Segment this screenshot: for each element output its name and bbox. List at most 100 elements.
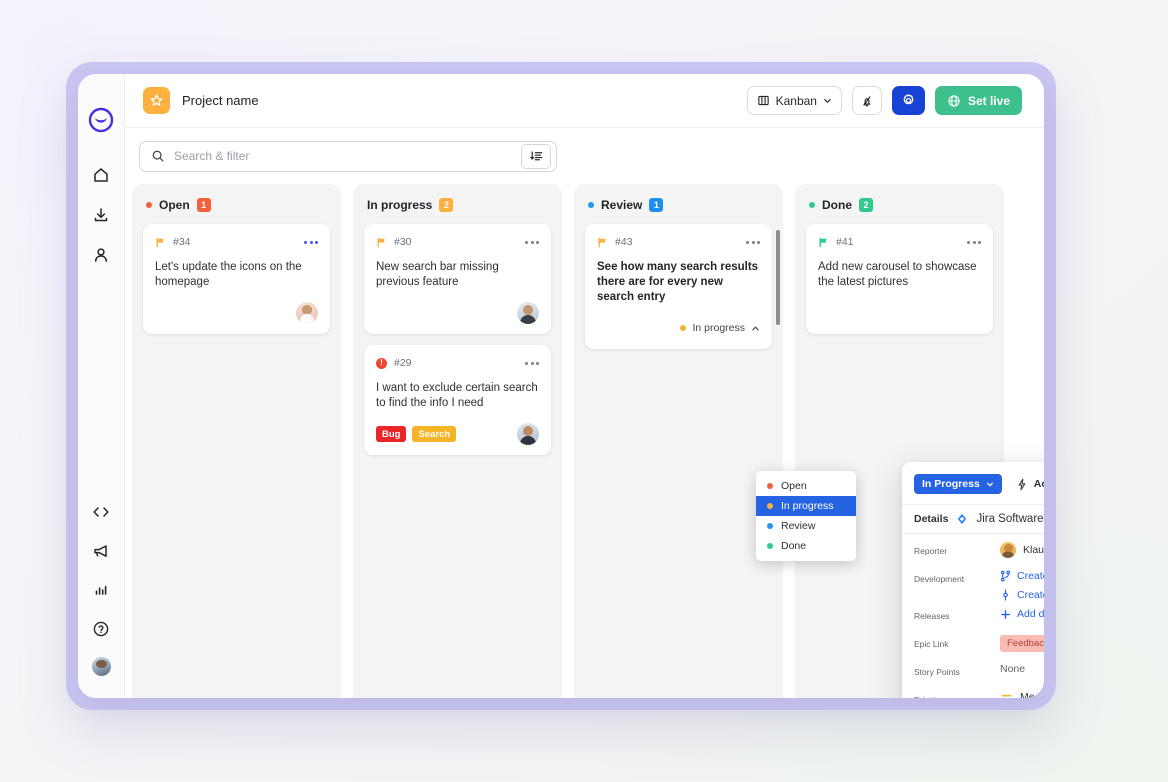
board-column: Review 1 #43 See how many search results th… [574, 184, 783, 698]
settings-button[interactable] [891, 86, 925, 115]
column-status-dot [146, 202, 152, 208]
card-id: #34 [173, 236, 191, 248]
sidebar-item-inbox[interactable] [90, 204, 112, 226]
jira-field-label: Story Points [914, 667, 960, 677]
status-dot [767, 483, 773, 489]
columns-icon [757, 95, 769, 106]
search-input[interactable] [174, 149, 521, 163]
jira-field-value: Feedback confirmation e... [1000, 635, 1044, 652]
jira-field-row: Releases Add deployment [914, 607, 1044, 629]
jira-field-label: Releases [914, 611, 950, 621]
column-header: Review 1 [585, 198, 772, 212]
add-deployment-link[interactable]: Add deployment [1000, 608, 1044, 620]
card-menu-button[interactable] [746, 240, 760, 244]
jira-field-text: None [1000, 663, 1026, 675]
status-dot [767, 543, 773, 549]
card-id: #43 [615, 236, 633, 248]
sidebar-item-announcements[interactable] [90, 540, 112, 562]
flag-icon [598, 237, 606, 247]
jira-link[interactable]: Create commit [1000, 589, 1044, 601]
board-card[interactable]: #41 Add new carousel to showcase the late… [806, 224, 993, 334]
column-count-badge: 1 [649, 198, 664, 212]
gear-icon [903, 94, 914, 105]
page-title: Project name [182, 93, 259, 108]
card-assignee-avatar[interactable] [296, 302, 318, 324]
jira-field-list: Reporter Klaus-M. Schremser Development Cre… [902, 534, 1044, 698]
jira-field-row: Reporter Klaus-M. Schremser [914, 542, 1044, 564]
column-title: Review [601, 198, 643, 212]
card-footer [155, 302, 318, 324]
card-status-selector[interactable]: In progress [680, 322, 760, 334]
jira-link[interactable]: Create branch [1000, 570, 1044, 582]
card-header: #41 [818, 235, 981, 249]
column-scrollbar[interactable] [776, 230, 780, 325]
jira-details-label: Details [914, 513, 949, 525]
card-menu-button[interactable] [304, 240, 318, 244]
sort-filter-button[interactable] [521, 143, 551, 169]
card-tag[interactable]: Bug [376, 426, 407, 442]
column-header: In progress 2 [364, 198, 551, 212]
jira-status-label: In Progress [922, 478, 980, 490]
jira-field-value: Medium [1000, 691, 1044, 698]
jira-field-label: Reporter [914, 546, 948, 556]
card-menu-button[interactable] [525, 361, 539, 365]
reporter-avatar [1000, 542, 1016, 558]
card-id: #29 [394, 357, 412, 369]
card-footer [376, 302, 539, 324]
lightning-icon [1018, 478, 1026, 490]
commit-icon [1003, 589, 1008, 601]
view-selector-kanban[interactable]: Kanban [746, 86, 842, 115]
sidebar-item-home[interactable] [90, 164, 112, 186]
jira-details-panel: In Progress Actions Details Jira Softwar… [902, 462, 1044, 698]
jira-diamond-icon [958, 513, 967, 525]
status-menu-label: Open [781, 480, 807, 492]
project-star-badge[interactable] [143, 87, 170, 114]
jira-field-row: Story Points None [914, 663, 1044, 685]
card-status-label: In progress [692, 322, 745, 334]
card-id: #30 [394, 236, 412, 248]
board-card[interactable]: #43 See how many search results there are… [585, 224, 772, 349]
jira-link-label: Create branch [1017, 570, 1044, 582]
sidebar-item-analytics[interactable] [90, 579, 112, 601]
card-assignee-avatar[interactable] [517, 423, 539, 445]
jira-status-button[interactable]: In Progress [914, 474, 1002, 494]
jira-actions-button[interactable]: Actions [1016, 478, 1044, 491]
card-header: #34 [155, 235, 318, 249]
board-card[interactable]: #29 I want to exclude certain search to f… [364, 345, 551, 455]
board-column: Open 1 #34 Let's update the icons on the ho… [132, 184, 341, 698]
jira-details-row[interactable]: Details Jira Software [902, 504, 1044, 534]
status-menu-item[interactable]: Open [756, 476, 856, 496]
board-card[interactable]: #30 New search bar missing previous featu… [364, 224, 551, 334]
card-menu-button[interactable] [525, 240, 539, 244]
status-menu-item[interactable]: In progress [756, 496, 856, 516]
status-menu-item[interactable]: Review [756, 516, 856, 536]
epic-link-pill[interactable]: Feedback confirmation e... [1000, 635, 1044, 652]
status-menu-item[interactable]: Done [756, 536, 856, 556]
column-status-dot [588, 202, 594, 208]
priority-medium-icon [1001, 694, 1012, 696]
flag-icon [377, 237, 385, 247]
status-dropdown-menu[interactable]: Open In progress Review Done [756, 471, 856, 561]
chevron-down-icon [986, 482, 993, 487]
column-title: In progress [367, 198, 433, 212]
card-assignee-avatar[interactable] [517, 302, 539, 324]
card-footer [818, 302, 981, 324]
jira-field-row: Epic Link Feedback confirmation e... [914, 635, 1044, 657]
jira-field-value: Create branch Create commit [1000, 570, 1044, 601]
left-sidebar [78, 74, 125, 698]
set-live-button[interactable]: Set live [934, 86, 1022, 115]
sidebar-item-people[interactable] [90, 244, 112, 266]
card-menu-button[interactable] [967, 240, 981, 244]
card-tag[interactable]: Search [412, 426, 457, 442]
sidebar-item-help[interactable] [90, 618, 112, 640]
jira-field-value: Add deployment [1000, 607, 1044, 621]
column-count-badge: 1 [196, 198, 211, 212]
search-field-wrapper[interactable] [139, 140, 557, 172]
sidebar-item-account-avatar[interactable] [91, 657, 111, 676]
board-card[interactable]: #34 Let's update the icons on the homepag… [143, 224, 330, 334]
notifications-button[interactable] [851, 86, 882, 115]
bell-off-icon [863, 95, 871, 106]
status-menu-label: Done [781, 540, 807, 552]
app-logo[interactable] [88, 107, 114, 138]
sidebar-item-code[interactable] [90, 501, 112, 523]
